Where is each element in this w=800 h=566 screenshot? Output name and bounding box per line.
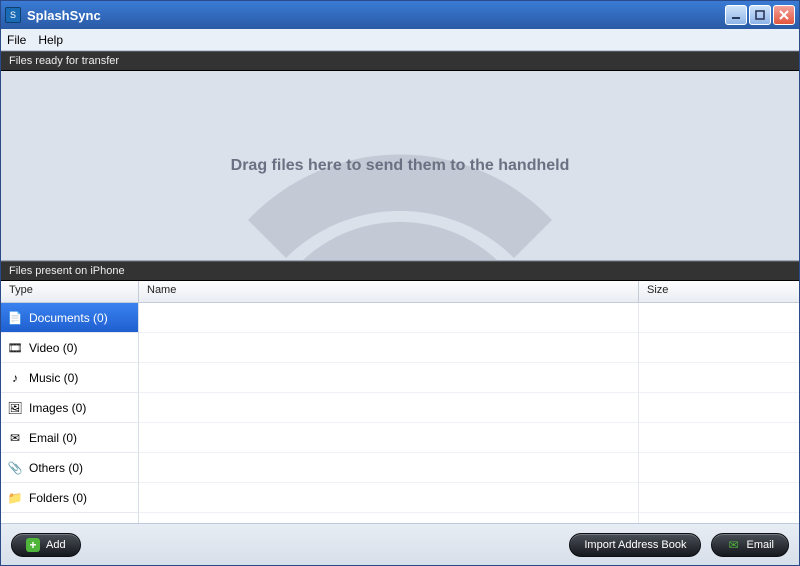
drop-zone[interactable]: Drag files here to send them to the hand… (1, 71, 799, 261)
email-button-label: Email (746, 539, 774, 551)
type-row[interactable]: 🎞 Video (0) (1, 333, 138, 363)
table-row (139, 393, 638, 423)
menu-file[interactable]: File (7, 33, 26, 47)
email-button[interactable]: ✉ Email (711, 533, 789, 557)
type-icon: ♪ (7, 370, 23, 386)
add-button-label: Add (46, 539, 66, 551)
add-button[interactable]: + Add (11, 533, 81, 557)
column-type[interactable]: Type (1, 281, 139, 302)
type-label: Email (0) (29, 431, 77, 445)
table-row (639, 303, 799, 333)
table-row (139, 303, 638, 333)
window-controls (725, 5, 795, 25)
close-button[interactable] (773, 5, 795, 25)
app-window: S SplashSync File Help Files ready for t… (0, 0, 800, 566)
table-row (139, 363, 638, 393)
table-row (639, 363, 799, 393)
type-label: Music (0) (29, 371, 78, 385)
window-title: SplashSync (27, 8, 725, 23)
type-label: Documents (0) (29, 311, 108, 325)
type-label: Folders (0) (29, 491, 87, 505)
type-label: Others (0) (29, 461, 83, 475)
table-row (139, 333, 638, 363)
table-row (139, 423, 638, 453)
type-row[interactable]: ✉ Email (0) (1, 423, 138, 453)
type-icon: 📎 (7, 460, 23, 476)
import-button-label: Import Address Book (584, 539, 686, 551)
import-address-book-button[interactable]: Import Address Book (569, 533, 701, 557)
table-row (639, 483, 799, 513)
type-label: Images (0) (29, 401, 86, 415)
type-row[interactable]: 📄 Documents (0) (1, 303, 138, 333)
type-icon: ✉ (7, 430, 23, 446)
app-icon: S (5, 7, 21, 23)
column-size[interactable]: Size (639, 281, 799, 302)
drop-hint-text: Drag files here to send them to the hand… (231, 157, 570, 175)
column-name[interactable]: Name (139, 281, 639, 302)
type-row[interactable]: 📎 Others (0) (1, 453, 138, 483)
menu-bar: File Help (1, 29, 799, 51)
table-row (639, 333, 799, 363)
type-icon: 📄 (7, 310, 23, 326)
type-row[interactable]: 🖼 Images (0) (1, 393, 138, 423)
title-bar: S SplashSync (1, 1, 799, 29)
type-label: Video (0) (29, 341, 77, 355)
type-row[interactable]: 📁 Folders (0) (1, 483, 138, 513)
table-row (639, 453, 799, 483)
transfer-section-header: Files ready for transfer (1, 51, 799, 71)
table-header: Type Name Size (1, 281, 799, 303)
size-column-body (639, 303, 799, 523)
minimize-button[interactable] (725, 5, 747, 25)
envelope-icon: ✉ (726, 538, 740, 552)
menu-help[interactable]: Help (38, 33, 63, 47)
type-icon: 🎞 (7, 340, 23, 356)
present-section-header: Files present on iPhone (1, 261, 799, 281)
table-row (139, 483, 638, 513)
table-row (639, 393, 799, 423)
maximize-button[interactable] (749, 5, 771, 25)
files-area: Type Name Size 📄 Documents (0) 🎞 Video (0) ♪… (1, 281, 799, 523)
name-column-body (139, 303, 639, 523)
type-icon: 🖼 (7, 400, 23, 416)
type-list: 📄 Documents (0) 🎞 Video (0) ♪ Music (0) 🖼 Image… (1, 303, 139, 523)
footer-bar: + Add Import Address Book ✉ Email (1, 523, 799, 565)
table-row (139, 453, 638, 483)
table-body: 📄 Documents (0) 🎞 Video (0) ♪ Music (0) 🖼 Image… (1, 303, 799, 523)
plus-icon: + (26, 538, 40, 552)
table-row (639, 423, 799, 453)
type-icon: 📁 (7, 490, 23, 506)
type-row[interactable]: ♪ Music (0) (1, 363, 138, 393)
